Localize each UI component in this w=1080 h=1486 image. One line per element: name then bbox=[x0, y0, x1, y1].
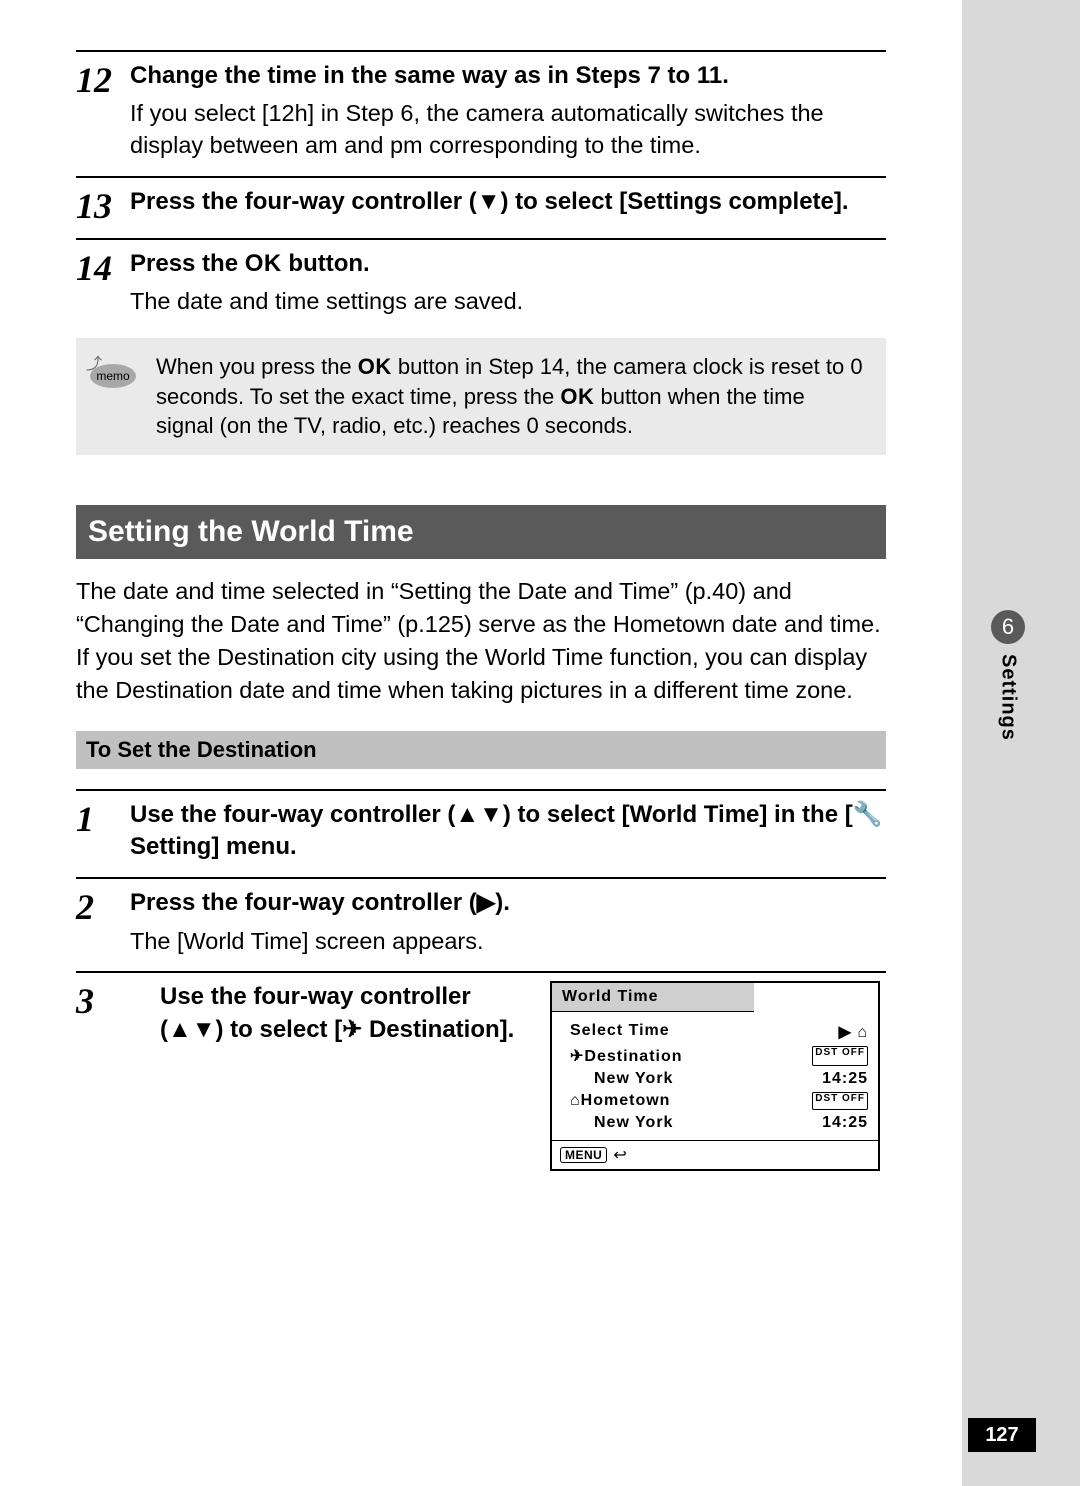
page-number: 127 bbox=[968, 1418, 1036, 1452]
step-b3: 3 Use the four-way controller (▲▼) to se… bbox=[76, 971, 886, 1171]
chapter-badge: 6 bbox=[991, 610, 1025, 644]
memo-label: memo bbox=[90, 364, 136, 388]
lcd-select-glyph: ▶ ⌂ bbox=[839, 1022, 868, 1042]
lcd-dest-label: ✈Destination bbox=[570, 1046, 683, 1066]
lcd-row-hometown-detail: New York 14:25 bbox=[570, 1114, 868, 1132]
memo-text: When you press the OK button in Step 14,… bbox=[156, 352, 868, 441]
lcd-home-time: 14:25 bbox=[822, 1114, 868, 1132]
ok-label: OK bbox=[245, 250, 282, 277]
step-14: 14 Press the OK button. The date and tim… bbox=[76, 238, 886, 318]
step-title: Press the four-way controller (▼) to sel… bbox=[130, 186, 886, 218]
ok-label: OK bbox=[560, 384, 594, 409]
step-rule bbox=[76, 877, 886, 879]
step-number: 14 bbox=[76, 248, 130, 286]
step-number: 12 bbox=[76, 60, 130, 98]
step-b1: 1 Use the four-way controller (▲▼) to se… bbox=[76, 789, 886, 864]
lcd-row-destination: ✈Destination DST OFF bbox=[570, 1046, 868, 1066]
lcd-home-city: New York bbox=[594, 1114, 673, 1132]
lcd-home-label: ⌂Hometown bbox=[570, 1092, 670, 1110]
lcd-screen: World Time Select Time ▶ ⌂ ✈Destination … bbox=[550, 981, 880, 1171]
lcd-row-select: Select Time ▶ ⌂ bbox=[570, 1022, 868, 1042]
back-icon: ↩ bbox=[613, 1145, 626, 1165]
step-13: 13 Press the four-way controller (▼) to … bbox=[76, 176, 886, 224]
step-rule bbox=[76, 238, 886, 240]
sub-heading: To Set the Destination bbox=[76, 731, 886, 769]
step-title: Use the four-way controller (▲▼) to sele… bbox=[130, 799, 886, 864]
step-number: 3 bbox=[76, 981, 130, 1019]
title-post: button. bbox=[282, 250, 370, 277]
lcd-title: World Time bbox=[552, 983, 754, 1012]
step-number: 2 bbox=[76, 887, 130, 925]
lcd-footer: MENU ↩ bbox=[552, 1140, 878, 1169]
step-title: Press the four-way controller (▶). bbox=[130, 887, 886, 919]
lcd-dest-time: 14:25 bbox=[822, 1070, 868, 1088]
lcd-row-destination-detail: New York 14:25 bbox=[570, 1070, 868, 1088]
memo-pre: When you press the bbox=[156, 354, 358, 379]
step-rule bbox=[76, 789, 886, 791]
lcd-dest-city: New York bbox=[594, 1070, 673, 1088]
memo-note: ⤴ memo When you press the OK button in S… bbox=[76, 338, 886, 455]
step-title: Change the time in the same way as in St… bbox=[130, 60, 886, 92]
section-heading: Setting the World Time bbox=[76, 505, 886, 559]
chapter-label: Settings bbox=[997, 654, 1020, 741]
section-intro: The date and time selected in “Setting t… bbox=[76, 575, 886, 707]
step-rule bbox=[76, 176, 886, 178]
side-tab: 6 Settings bbox=[980, 610, 1036, 741]
step-12: 12 Change the time in the same way as in… bbox=[76, 50, 886, 162]
manual-page: 12 Change the time in the same way as in… bbox=[0, 0, 962, 1486]
lcd-row-hometown: ⌂Hometown DST OFF bbox=[570, 1092, 868, 1110]
menu-button-icon: MENU bbox=[560, 1147, 607, 1163]
memo-icon: ⤴ memo bbox=[88, 356, 142, 394]
step-title: Press the OK button. bbox=[130, 248, 886, 280]
step-desc: The [World Time] screen appears. bbox=[130, 926, 886, 958]
lcd-select-label: Select Time bbox=[570, 1022, 670, 1042]
step-b2: 2 Press the four-way controller (▶). The… bbox=[76, 877, 886, 957]
dst-off-icon: DST OFF bbox=[812, 1046, 868, 1066]
title-pre: Press the bbox=[130, 250, 245, 277]
step-desc: If you select [12h] in Step 6, the camer… bbox=[130, 98, 886, 161]
ok-label: OK bbox=[358, 354, 392, 379]
step-number: 1 bbox=[76, 799, 130, 837]
step-number: 13 bbox=[76, 186, 130, 224]
step-rule bbox=[76, 971, 886, 973]
step-rule bbox=[76, 50, 886, 52]
step-desc: The date and time settings are saved. bbox=[130, 286, 886, 318]
step-title: Use the four-way controller (▲▼) to sele… bbox=[160, 981, 520, 1046]
dst-off-icon: DST OFF bbox=[812, 1092, 868, 1110]
